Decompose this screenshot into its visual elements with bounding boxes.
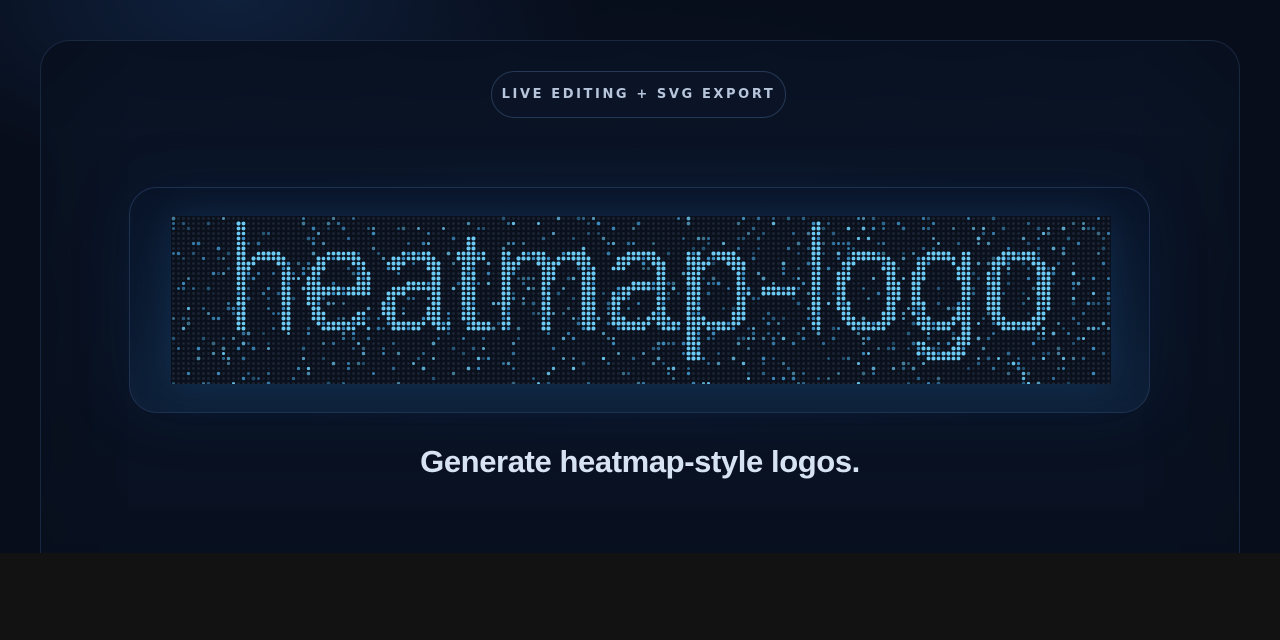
- logo-background: [171, 216, 1111, 384]
- heatmap-logo-svg: [171, 216, 1111, 384]
- feature-badge-label: LIVE EDITING + SVG EXPORT: [501, 87, 776, 102]
- tagline: Generate heatmap-style logos.: [420, 444, 860, 479]
- heatmap-logo-canvas: heatmap-logo: [171, 216, 1111, 384]
- feature-badge: LIVE EDITING + SVG EXPORT: [491, 71, 786, 118]
- viewport: LIVE EDITING + SVG EXPORT heatmap-logo G…: [0, 0, 1280, 553]
